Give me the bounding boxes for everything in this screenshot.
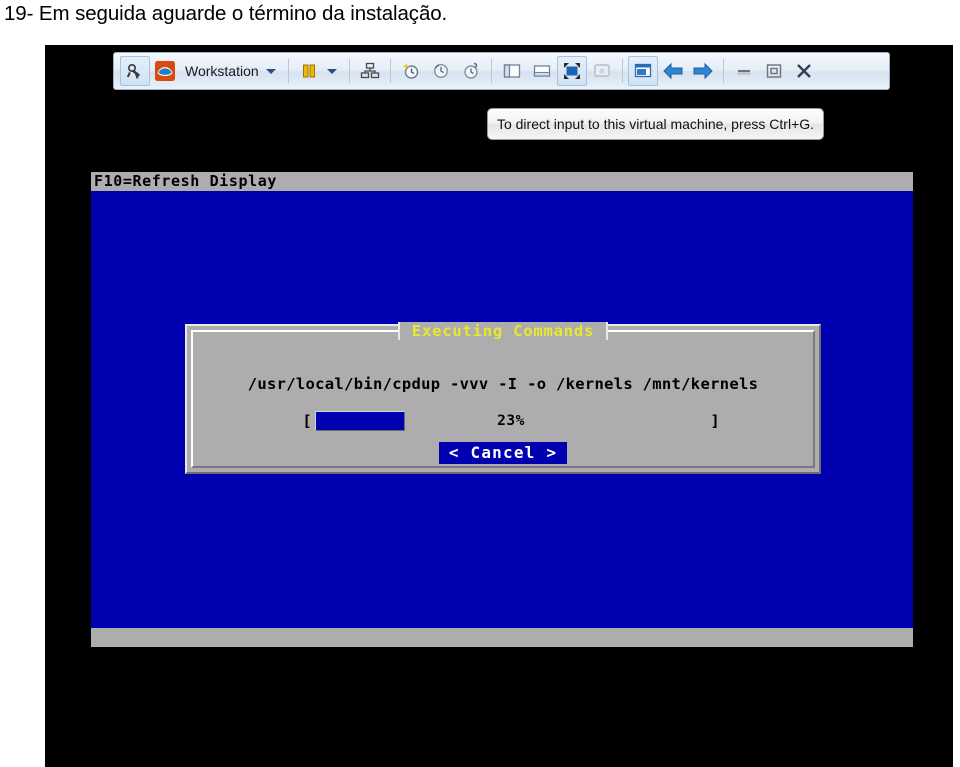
workstation-menu-label[interactable]: Workstation <box>180 63 263 79</box>
power-dropdown-caret-icon[interactable] <box>326 68 337 74</box>
toolbar-separator <box>389 59 391 83</box>
dialog-inner-frame: Executing Commands /usr/local/bin/cpdup … <box>191 322 815 468</box>
slide-root: 19- Em seguida aguarde o término da inst… <box>0 0 960 767</box>
show-library-icon[interactable] <box>497 56 527 86</box>
dialog-command-text: /usr/local/bin/cpdup -vvv -I -o /kernels… <box>247 375 759 393</box>
manage-snapshots-icon[interactable] <box>456 56 486 86</box>
console-view-icon[interactable] <box>627 56 658 86</box>
vmware-logo-icon[interactable] <box>150 56 180 86</box>
toolbar-separator <box>490 59 492 83</box>
vmware-toolbar: Workstation <box>113 52 890 90</box>
toolbar-separator <box>621 59 623 83</box>
toolbar-separator <box>348 59 350 83</box>
progress-left-bracket: [ <box>302 412 312 430</box>
toolbar-separator <box>722 59 724 83</box>
restore-icon[interactable] <box>759 56 789 86</box>
suspend-pause-icon[interactable] <box>294 56 324 86</box>
back-arrow-icon[interactable] <box>658 56 688 86</box>
guest-console[interactable]: F10=Refresh Display Executing Commands /… <box>91 172 913 647</box>
workstation-dropdown-caret-icon[interactable] <box>265 68 276 74</box>
input-grab-tooltip: To direct input to this virtual machine,… <box>487 108 824 140</box>
progress-percent-label: 23% <box>497 413 525 429</box>
snapshot-manager-icon[interactable] <box>355 56 385 86</box>
minimize-icon[interactable] <box>729 56 759 86</box>
forward-arrow-icon[interactable] <box>688 56 718 86</box>
vm-power-icon[interactable] <box>120 56 150 86</box>
slide-caption: 19- Em seguida aguarde o término da inst… <box>4 2 448 25</box>
progress-bar: [ 23% ] <box>301 410 721 432</box>
executing-commands-dialog: Executing Commands /usr/local/bin/cpdup … <box>185 322 821 474</box>
take-snapshot-icon[interactable] <box>396 56 426 86</box>
dialog-title-right-bar <box>606 322 609 340</box>
close-icon[interactable] <box>789 56 819 86</box>
console-bottom-bar <box>91 628 913 647</box>
show-thumbnail-bar-icon[interactable] <box>527 56 557 86</box>
dialog-title-row: Executing Commands <box>193 322 813 340</box>
progress-track: 23% <box>315 411 707 431</box>
unity-mode-icon[interactable] <box>587 56 617 86</box>
console-status-bar: F10=Refresh Display <box>91 172 913 191</box>
fullscreen-icon[interactable] <box>556 56 587 86</box>
progress-right-bracket: ] <box>710 412 720 430</box>
toolbar-separator <box>287 59 289 83</box>
cancel-button[interactable]: < Cancel > <box>438 442 568 464</box>
revert-snapshot-icon[interactable] <box>426 56 456 86</box>
dialog-button-row: < Cancel > <box>193 442 813 464</box>
dialog-title: Executing Commands <box>399 322 607 340</box>
